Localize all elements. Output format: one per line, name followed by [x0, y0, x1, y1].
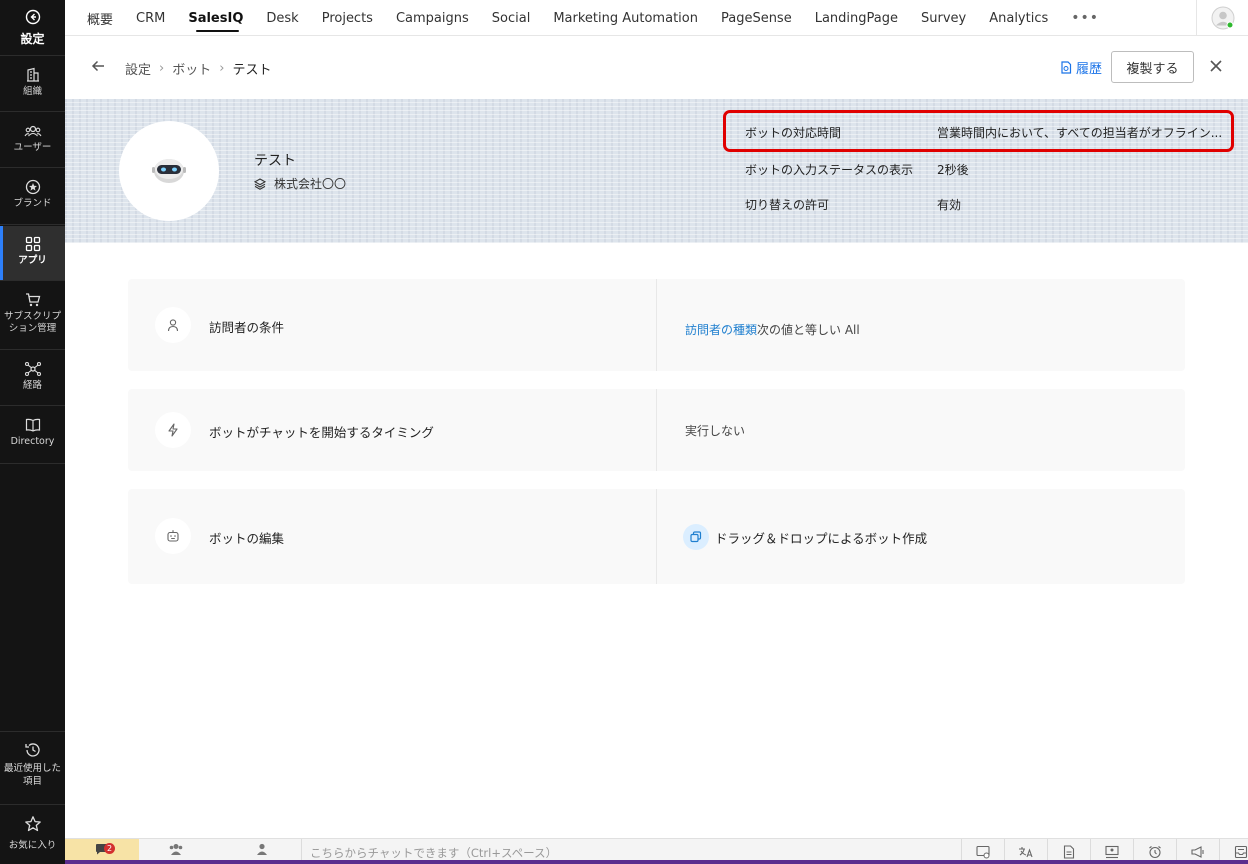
organization-name: 株式会社〇〇	[274, 177, 347, 191]
history-clock-icon	[0, 741, 65, 759]
bot-face-icon	[155, 518, 191, 554]
recent-label: 最近使用した項目	[4, 763, 62, 787]
chevron-right-icon: ›	[159, 61, 165, 76]
sidebar-item-label: ユーザー	[13, 142, 52, 153]
back-circle-icon	[0, 9, 65, 29]
visitor-condition-value: 訪問者の種類 次の値と等しい All	[685, 321, 860, 338]
lightning-icon	[155, 412, 191, 448]
group-icon	[169, 844, 183, 855]
visitor-type-link[interactable]: 訪問者の種類	[685, 321, 757, 338]
tab-projects[interactable]: Projects	[322, 11, 373, 26]
sidebar-item-organization[interactable]: 組織	[0, 57, 65, 112]
close-button[interactable]	[1208, 58, 1224, 78]
sidebar-item-recent[interactable]: 最近使用した項目	[0, 731, 65, 803]
bot-avatar	[119, 121, 219, 221]
page-header: 設定 › ボット › テスト 履歴 複製する	[65, 36, 1248, 99]
favorites-label: お気に入り	[8, 840, 57, 851]
sidebar-item-label: サブスクリプション管理	[3, 311, 61, 334]
copy-icon	[683, 524, 709, 550]
card-title: ボットがチャットを開始するタイミング	[209, 425, 434, 440]
breadcrumb-bots[interactable]: ボット	[172, 59, 211, 78]
left-sidebar: 設定 組織 ユーザー ブランド アプリ サブスクリプション管理 経路 Direc…	[0, 0, 65, 864]
route-icon	[0, 361, 65, 377]
tab-campaigns[interactable]: Campaigns	[396, 11, 469, 26]
tab-marketing-automation[interactable]: Marketing Automation	[553, 11, 698, 26]
tab-pagesense[interactable]: PageSense	[721, 11, 792, 26]
builder-label: ドラッグ＆ドロップによるボット作成	[715, 530, 928, 546]
sidebar-item-favorites[interactable]: お気に入り	[0, 804, 65, 860]
apps-icon	[0, 236, 65, 252]
property-value: 2秒後	[937, 163, 969, 177]
visitor-condition-card[interactable]: 訪問者の条件 訪問者の種類 次の値と等しい All	[128, 279, 1185, 371]
robot-icon	[152, 159, 186, 183]
breadcrumb-current: テスト	[232, 63, 272, 78]
settings-back-button[interactable]: 設定	[0, 0, 65, 56]
breadcrumb-settings[interactable]: 設定	[125, 59, 151, 78]
sidebar-item-label: ブランド	[13, 198, 52, 209]
sidebar-item-label: Directory	[10, 436, 55, 447]
condition-text: 次の値と等しい All	[757, 323, 860, 337]
users-icon	[0, 123, 65, 139]
sidebar-item-label: アプリ	[18, 255, 47, 266]
sidebar-item-label: 経路	[22, 380, 42, 391]
sidebar-item-directory[interactable]: Directory	[0, 407, 65, 464]
bot-organization: 株式会社〇〇	[254, 175, 346, 192]
sidebar-item-users[interactable]: ユーザー	[0, 113, 65, 168]
card-divider	[656, 279, 657, 371]
close-icon	[1210, 60, 1222, 72]
unread-badge: 2	[104, 843, 115, 854]
card-title: 訪問者の条件	[209, 320, 285, 335]
layers-icon	[254, 177, 266, 190]
tab-survey[interactable]: Survey	[921, 11, 966, 26]
breadcrumb: 設定 › ボット › テスト	[125, 59, 271, 78]
highlight-box	[723, 110, 1234, 152]
sidebar-item-routes[interactable]: 経路	[0, 351, 65, 406]
history-label: 履歴	[1076, 62, 1103, 77]
book-icon	[0, 417, 65, 433]
top-navigation: 概要 CRM SalesIQ Desk Projects Campaigns S…	[65, 0, 1248, 36]
tab-crm[interactable]: CRM	[136, 11, 165, 26]
property-value: 有効	[937, 198, 962, 212]
window-bottom-border	[65, 860, 1248, 864]
timing-value: 実行しない	[685, 424, 746, 438]
tab-analytics[interactable]: Analytics	[989, 11, 1048, 26]
product-tabs: 概要 CRM SalesIQ Desk Projects Campaigns S…	[87, 0, 1099, 36]
building-icon	[0, 67, 65, 83]
tab-salesiq[interactable]: SalesIQ	[188, 11, 243, 32]
bot-name: テスト	[254, 153, 296, 169]
profile-avatar-button[interactable]	[1196, 0, 1248, 36]
tab-social[interactable]: Social	[492, 11, 531, 26]
property-key: 切り替えの許可	[745, 198, 830, 212]
card-title: ボットの編集	[209, 531, 285, 546]
back-button[interactable]	[90, 58, 106, 78]
duplicate-button[interactable]: 複製する	[1111, 51, 1194, 83]
bot-edit-card[interactable]: ボットの編集 ドラッグ＆ドロップによるボット作成	[128, 489, 1185, 584]
chat-start-timing-card[interactable]: ボットがチャットを開始するタイミング 実行しない	[128, 389, 1185, 471]
settings-title: 設定	[20, 32, 45, 46]
sidebar-item-subscription[interactable]: サブスクリプション管理	[0, 282, 65, 350]
cart-icon	[0, 292, 65, 308]
sidebar-item-label: 組織	[22, 86, 42, 97]
tab-desk[interactable]: Desk	[266, 11, 298, 26]
card-divider	[656, 389, 657, 471]
tab-landingpage[interactable]: LandingPage	[815, 11, 898, 26]
tab-overview[interactable]: 概要	[87, 9, 113, 28]
chevron-right-icon: ›	[219, 61, 225, 76]
star-icon	[0, 815, 65, 833]
brand-icon	[0, 179, 65, 195]
document-history-icon	[1061, 61, 1072, 74]
card-divider	[656, 489, 657, 584]
bot-summary-banner: テスト 株式会社〇〇 ボットの対応時間 営業時間内において、すべての担当者がオフ…	[65, 99, 1248, 243]
person-icon	[257, 843, 267, 855]
person-icon	[155, 307, 191, 343]
avatar	[1211, 6, 1234, 30]
history-link[interactable]: 履歴	[1060, 58, 1102, 77]
sidebar-item-brand[interactable]: ブランド	[0, 169, 65, 225]
app-root: 設定 組織 ユーザー ブランド アプリ サブスクリプション管理 経路 Direc…	[0, 0, 1248, 864]
sidebar-item-apps[interactable]: アプリ	[0, 226, 65, 281]
more-tabs-button[interactable]: •••	[1071, 10, 1099, 26]
bot-builder-link[interactable]: ドラッグ＆ドロップによるボット作成	[683, 524, 927, 550]
arrow-left-icon	[91, 60, 104, 72]
property-key: ボットの入力ステータスの表示	[745, 163, 914, 177]
